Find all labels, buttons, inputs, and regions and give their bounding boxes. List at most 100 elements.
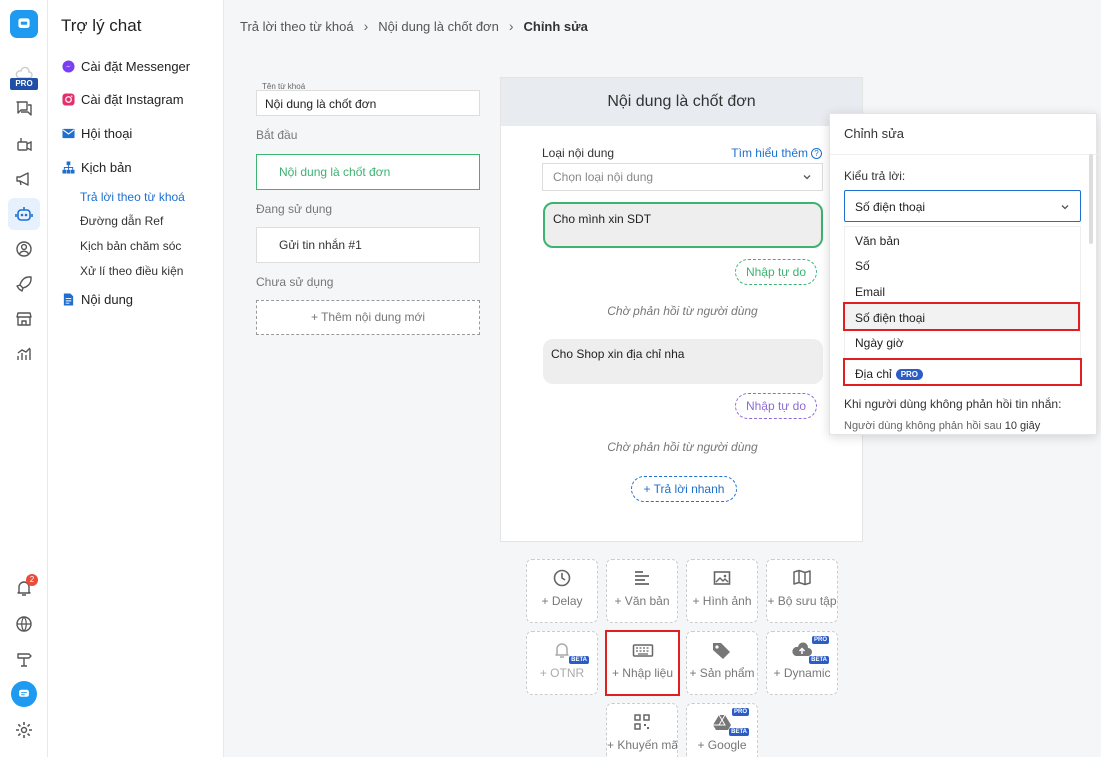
option-label: Địa chỉ	[855, 367, 892, 381]
edit-popup-title: Chỉnh sửa	[844, 126, 905, 141]
add-delay-button[interactable]: + Delay	[526, 559, 598, 623]
sidebar-item-scenarios[interactable]: Kịch bản	[61, 160, 132, 175]
add-image-button[interactable]: + Hình ảnh	[686, 559, 758, 623]
waiting-text: Chờ phản hồi từ người dùng	[607, 304, 758, 318]
in-use-content-card[interactable]: Gửi tin nhắn #1	[256, 227, 480, 263]
option-email[interactable]: Email	[845, 278, 1082, 304]
sitemap-icon	[61, 161, 75, 175]
learn-more-link[interactable]: Tìm hiểu thêm ?	[731, 146, 822, 160]
app-logo[interactable]	[8, 8, 40, 40]
add-data-input-button[interactable]: + Nhập liệu	[605, 630, 680, 696]
tag-icon	[687, 640, 757, 662]
store-icon[interactable]	[8, 303, 40, 335]
pro-badge: PRO	[731, 708, 749, 716]
chat-icon[interactable]	[8, 92, 40, 124]
clock-icon	[527, 568, 597, 590]
add-dynamic-button[interactable]: PRO BETA + Dynamic	[766, 631, 838, 695]
content-editor-panel: Nội dung là chốt đơn Loại nội dung Tìm h…	[500, 77, 863, 542]
quick-reply-button[interactable]: + Trả lời nhanh	[631, 476, 737, 502]
no-reply-timeout[interactable]: 10 giây	[1005, 420, 1040, 432]
start-content-card[interactable]: Nội dung là chốt đơn	[256, 154, 480, 190]
unused-section-label: Chưa sử dụng	[256, 275, 334, 289]
tool-label: + Sản phẩm	[689, 666, 755, 680]
sidebar-item-messenger[interactable]: Cài đặt Messenger	[61, 59, 190, 74]
add-otnr-button[interactable]: BETA + OTNR	[526, 631, 598, 695]
add-google-button[interactable]: PRO BETA + Google	[686, 703, 758, 757]
panel-title: Nội dung là chốt đơn	[501, 78, 862, 126]
message-bubble[interactable]: Cho Shop xin địa chỉ nha	[543, 339, 823, 384]
option-phone[interactable]: Số điện thoại	[843, 302, 1080, 331]
rocket-icon[interactable]	[8, 268, 40, 300]
breadcrumb-keyword-reply[interactable]: Trả lời theo từ khoá	[240, 19, 354, 34]
free-input-button[interactable]: Nhập tự do	[735, 393, 817, 419]
option-text[interactable]: Văn bản	[845, 227, 1082, 253]
megaphone-icon[interactable]	[8, 163, 40, 195]
content-type-select[interactable]: Chọn loại nội dung	[542, 163, 823, 191]
option-datetime[interactable]: Ngày giờ	[845, 329, 1082, 355]
map-icon	[767, 568, 837, 590]
subnav-keyword-reply[interactable]: Trả lời theo từ khoá	[80, 190, 185, 204]
globe-icon[interactable]	[8, 608, 40, 640]
keyboard-icon	[607, 640, 678, 662]
pro-badge: PRO	[10, 78, 38, 90]
qr-icon	[607, 712, 677, 734]
add-promotion-button[interactable]: + Khuyến mãi	[606, 703, 678, 757]
user-icon[interactable]	[8, 233, 40, 265]
settings-gear-icon[interactable]	[8, 714, 40, 746]
add-product-button[interactable]: + Sản phẩm	[686, 631, 758, 695]
divider	[830, 154, 1098, 155]
breadcrumb: Trả lời theo từ khoá › Nội dung là chốt …	[240, 18, 588, 34]
scrollbar[interactable]	[1089, 154, 1093, 244]
tool-label: + OTNR	[539, 666, 585, 680]
free-input-button[interactable]: Nhập tự do	[735, 259, 817, 285]
pro-badge: PRO	[895, 369, 924, 380]
analytics-icon[interactable]	[8, 338, 40, 370]
add-content-button[interactable]: + Thêm nội dung mới	[256, 300, 480, 335]
help-icon: ?	[811, 147, 822, 159]
no-reply-label: Khi người dùng không phản hồi tin nhắn:	[844, 397, 1062, 411]
sidebar-item-instagram[interactable]: Cài đặt Instagram	[61, 92, 184, 107]
reply-type-select[interactable]: Số điện thoại	[844, 190, 1081, 222]
reply-type-value: Số điện thoại	[855, 200, 926, 214]
notification-count: 2	[26, 574, 38, 586]
subnav-conditional[interactable]: Xử lí theo điều kiện	[80, 264, 183, 278]
notification-bell-icon[interactable]: 2	[8, 572, 40, 604]
broadcast-icon[interactable]	[8, 128, 40, 160]
sidebar-item-conversations[interactable]: Hội thoại	[61, 126, 132, 141]
bot-icon[interactable]	[8, 198, 40, 230]
message-bubble[interactable]: Cho mình xin SDT	[543, 202, 823, 248]
mail-icon	[61, 127, 75, 141]
chevron-down-icon	[802, 171, 812, 185]
tool-label: + Khuyến mãi	[607, 738, 678, 752]
in-use-section-label: Đang sử dụng	[256, 202, 333, 216]
add-gallery-button[interactable]: + Bộ sưu tập	[766, 559, 838, 623]
option-address[interactable]: Địa chỉ PRO	[843, 358, 1082, 386]
keyword-name-input[interactable]: Nội dung là chốt đơn	[256, 90, 480, 116]
subnav-care-scenario[interactable]: Kịch bản chăm sóc	[80, 239, 181, 253]
beta-badge: BETA	[569, 656, 589, 664]
tool-label: + Nhập liệu	[611, 666, 674, 680]
subnav-ref-link[interactable]: Đường dẫn Ref	[80, 214, 163, 228]
image-icon	[687, 568, 757, 590]
add-text-button[interactable]: + Văn bản	[606, 559, 678, 623]
tool-label: + Google	[697, 738, 747, 752]
messenger-icon	[61, 60, 75, 74]
sidebar-item-content[interactable]: Nội dung	[61, 292, 133, 307]
tool-label: + Dynamic	[773, 666, 831, 680]
tool-label: + Bộ sưu tập	[767, 594, 837, 608]
breadcrumb-content[interactable]: Nội dung là chốt đơn	[378, 19, 499, 34]
document-icon	[61, 293, 75, 307]
signpost-icon[interactable]	[8, 643, 40, 675]
tool-label: + Delay	[541, 594, 583, 608]
sidebar-item-label: Cài đặt Messenger	[81, 59, 191, 74]
sidebar-title: Trợ lý chat	[61, 16, 142, 35]
start-section-label: Bắt đầu	[256, 128, 298, 142]
option-number[interactable]: Số	[845, 252, 1082, 278]
no-reply-text: Người dùng không phản hồi sau	[844, 420, 1002, 432]
waiting-text: Chờ phản hồi từ người dùng	[607, 440, 758, 454]
support-chat-icon[interactable]	[8, 678, 40, 710]
chevron-right-icon: ›	[508, 18, 514, 34]
instagram-icon	[61, 93, 75, 107]
pro-badge: PRO	[811, 636, 829, 644]
icon-rail: PRO 2	[0, 0, 48, 757]
